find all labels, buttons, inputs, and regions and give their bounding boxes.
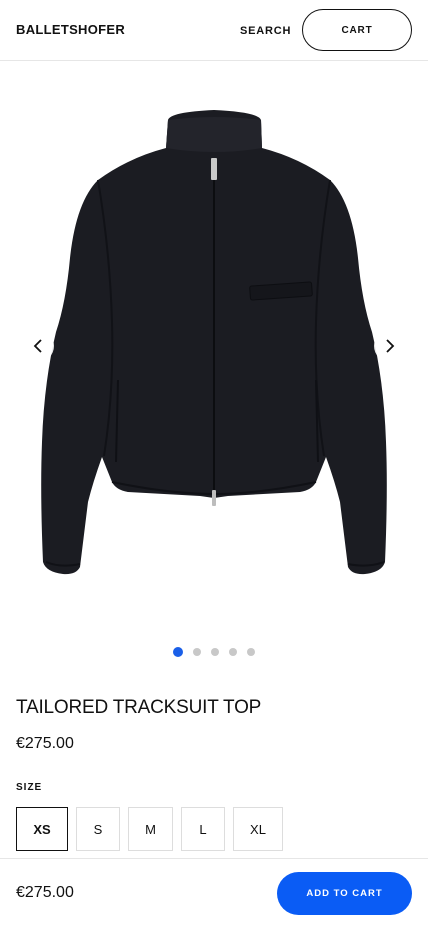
product-gallery[interactable] xyxy=(0,62,428,632)
chevron-right-icon xyxy=(386,339,395,353)
size-option-l[interactable]: L xyxy=(181,807,225,851)
size-option-s[interactable]: S xyxy=(76,807,120,851)
bottom-bar-price: €275.00 xyxy=(16,884,74,901)
search-link[interactable]: SEARCH xyxy=(240,25,291,37)
size-selector: XS S M L XL xyxy=(16,807,283,851)
pagination-dot[interactable] xyxy=(211,648,219,656)
previous-image-button[interactable] xyxy=(22,330,54,362)
pagination-dot[interactable] xyxy=(173,647,183,657)
size-option-xs[interactable]: XS xyxy=(16,807,68,851)
size-label: SIZE xyxy=(16,782,43,793)
site-header: BALLETSHOFER SEARCH CART xyxy=(0,0,428,61)
size-option-m[interactable]: M xyxy=(128,807,173,851)
pagination-dot[interactable] xyxy=(247,648,255,656)
brand-logo[interactable]: BALLETSHOFER xyxy=(16,22,125,37)
product-price: €275.00 xyxy=(16,735,74,752)
pagination-dot[interactable] xyxy=(229,648,237,656)
add-to-cart-button[interactable]: ADD TO CART xyxy=(277,872,412,915)
size-option-xl[interactable]: XL xyxy=(233,807,283,851)
chevron-left-icon xyxy=(33,339,42,353)
sticky-purchase-bar: €275.00 ADD TO CART xyxy=(0,858,428,926)
product-image xyxy=(41,110,387,575)
product-title: TAILORED TRACKSUIT TOP xyxy=(16,697,262,718)
next-image-button[interactable] xyxy=(374,330,406,362)
pagination-dot[interactable] xyxy=(193,648,201,656)
gallery-pagination xyxy=(0,647,428,657)
cart-button[interactable]: CART xyxy=(302,9,412,51)
